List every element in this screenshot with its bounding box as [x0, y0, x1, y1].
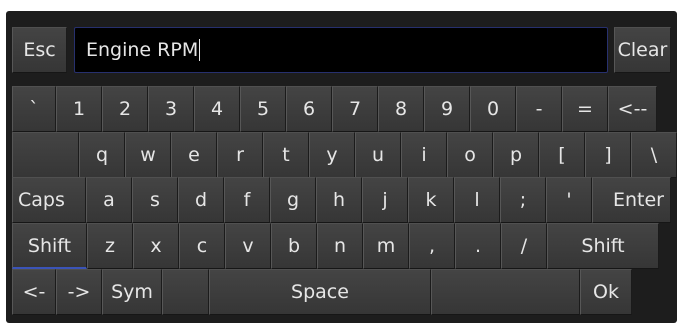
key-x[interactable]: x [133, 223, 179, 269]
key-6[interactable]: 6 [286, 86, 332, 132]
key-semicolon[interactable]: ; [500, 177, 546, 223]
key-j[interactable]: j [362, 177, 408, 223]
key-backtick[interactable]: ` [12, 86, 56, 132]
key-y[interactable]: y [309, 132, 355, 178]
cursor-right-key[interactable]: -> [56, 269, 102, 315]
sym-key[interactable]: Sym [102, 269, 162, 315]
key-c[interactable]: c [179, 223, 225, 269]
key-w[interactable]: w [125, 132, 171, 178]
key-l[interactable]: l [454, 177, 500, 223]
shift-right-key[interactable]: Shift [547, 223, 659, 269]
keyboard-panel: Esc Engine RPM Clear ` 1 2 3 4 5 6 7 8 9 0- = <-- q w e… [6, 11, 677, 323]
key-9[interactable]: 9 [424, 86, 470, 132]
key-blank-left[interactable] [162, 269, 209, 315]
key-slash[interactable]: / [501, 223, 547, 269]
cursor-left-key[interactable]: <- [12, 269, 56, 315]
esc-button[interactable]: Esc [12, 27, 67, 73]
key-comma[interactable]: , [409, 223, 455, 269]
key-minus[interactable]: - [516, 86, 562, 132]
clear-button[interactable]: Clear [614, 27, 671, 73]
key-f[interactable]: f [224, 177, 270, 223]
enter-key[interactable]: Enter [592, 177, 671, 223]
key-u[interactable]: u [355, 132, 401, 178]
key-7[interactable]: 7 [332, 86, 378, 132]
key-equals[interactable]: = [562, 86, 608, 132]
key-4[interactable]: 4 [194, 86, 240, 132]
key-e[interactable]: e [171, 132, 217, 178]
key-0[interactable]: 0 [470, 86, 516, 132]
key-d[interactable]: d [178, 177, 224, 223]
key-b[interactable]: b [271, 223, 317, 269]
key-period[interactable]: . [455, 223, 501, 269]
key-2[interactable]: 2 [102, 86, 148, 132]
key-t[interactable]: t [263, 132, 309, 178]
text-entry-field[interactable]: Engine RPM [74, 27, 608, 73]
key-v[interactable]: v [225, 223, 271, 269]
key-apostrophe[interactable]: ' [546, 177, 592, 223]
key-p[interactable]: p [493, 132, 539, 178]
key-g[interactable]: g [270, 177, 316, 223]
key-o[interactable]: o [447, 132, 493, 178]
key-i[interactable]: i [401, 132, 447, 178]
shift-left-key[interactable]: Shift [12, 223, 87, 269]
text-cursor [199, 39, 201, 61]
entry-text: Engine RPM [86, 39, 199, 61]
key-r[interactable]: r [217, 132, 263, 178]
key-1[interactable]: 1 [56, 86, 102, 132]
key-a[interactable]: a [86, 177, 132, 223]
caps-key[interactable]: Caps [12, 177, 86, 223]
key-blank-right[interactable] [431, 269, 580, 315]
key-8[interactable]: 8 [378, 86, 424, 132]
key-q[interactable]: q [79, 132, 125, 178]
key-k[interactable]: k [408, 177, 454, 223]
key-s[interactable]: s [132, 177, 178, 223]
ok-key[interactable]: Ok [580, 269, 632, 315]
key-backslash[interactable]: \ [631, 132, 677, 178]
key-z[interactable]: z [87, 223, 133, 269]
backspace-key[interactable]: <-- [608, 86, 657, 132]
space-key[interactable]: Space [209, 269, 431, 315]
key-blank[interactable] [12, 132, 79, 178]
key-left-bracket[interactable]: [ [539, 132, 585, 178]
key-3[interactable]: 3 [148, 86, 194, 132]
key-h[interactable]: h [316, 177, 362, 223]
key-n[interactable]: n [317, 223, 363, 269]
key-right-bracket[interactable]: ] [585, 132, 631, 178]
key-m[interactable]: m [363, 223, 409, 269]
key-5[interactable]: 5 [240, 86, 286, 132]
